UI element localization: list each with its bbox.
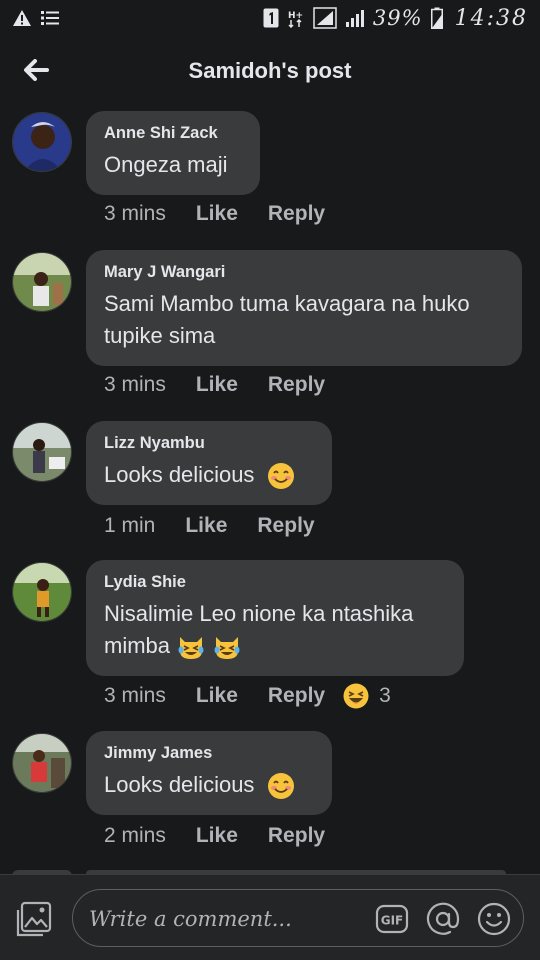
like-button[interactable]: Like xyxy=(185,514,227,538)
clock: 14:38 xyxy=(454,5,528,31)
emoji-icon xyxy=(477,902,511,936)
comment-time: 3 mins xyxy=(104,373,166,396)
like-button[interactable]: Like xyxy=(196,684,238,708)
crying-laughing-cat-emoji xyxy=(214,637,240,660)
smiling-face-emoji xyxy=(267,773,294,800)
comment-bubble[interactable]: Lizz Nyambu Looks delicious xyxy=(86,421,332,505)
comment-bubble[interactable]: Jimmy James Looks delicious xyxy=(86,731,332,815)
battery-icon xyxy=(430,7,443,29)
comment-text-row: Looks delicious xyxy=(104,769,312,801)
comment-bubble[interactable]: Anne Shi Zack Ongeza maji xyxy=(86,111,260,195)
crying-laughing-cat-emoji xyxy=(178,637,204,660)
reply-button[interactable]: Reply xyxy=(268,202,325,226)
reaction-summary[interactable]: 3 xyxy=(343,683,391,709)
comment-time: 3 mins xyxy=(104,202,166,225)
haha-reaction-icon xyxy=(343,683,369,709)
avatar[interactable] xyxy=(12,562,72,622)
comment-author[interactable]: Lydia Shie xyxy=(104,573,444,592)
avatar-image xyxy=(13,423,71,481)
warning-icon xyxy=(13,10,31,26)
gif-label: GIF xyxy=(381,914,404,928)
comment-text: Sami Mambo tuma kavagara na huko tupike … xyxy=(104,291,470,348)
like-button[interactable]: Like xyxy=(196,202,238,226)
comment-text-row: Nisalimie Leo nione ka ntashika mimba xyxy=(104,598,444,662)
comment-text-row: Looks delicious xyxy=(104,459,312,491)
like-button[interactable]: Like xyxy=(196,373,238,397)
avatar-image xyxy=(13,113,71,171)
smiling-face-emoji xyxy=(267,463,294,490)
avatar-image xyxy=(13,734,71,792)
avatar-image xyxy=(13,563,71,621)
avatar[interactable] xyxy=(12,252,72,312)
comment-composer: GIF xyxy=(0,874,540,960)
battery-percent: 39% xyxy=(372,6,423,30)
avatar[interactable] xyxy=(12,112,72,172)
comment-time: 3 mins xyxy=(104,684,166,707)
comment-author[interactable]: Lizz Nyambu xyxy=(104,434,312,453)
reply-button[interactable]: Reply xyxy=(268,824,325,848)
comment-text: Ongeza maji xyxy=(104,152,228,177)
comment-time: 1 min xyxy=(104,514,156,537)
comment-actions: 3 mins Like Reply xyxy=(104,373,325,397)
comment-actions: 2 mins Like Reply xyxy=(104,824,325,848)
signal-icon xyxy=(345,10,364,27)
reply-button[interactable]: Reply xyxy=(268,684,325,708)
signal-boxed-icon xyxy=(313,7,337,29)
photo-icon[interactable] xyxy=(16,901,52,937)
reply-button[interactable]: Reply xyxy=(257,514,314,538)
comment-text: Looks delicious xyxy=(104,772,255,797)
comment-actions: 1 min Like Reply xyxy=(104,514,315,538)
emoji-button[interactable] xyxy=(477,902,511,936)
notification-1-icon xyxy=(263,8,279,28)
avatar[interactable] xyxy=(12,733,72,793)
comment-bubble[interactable]: Lydia Shie Nisalimie Leo nione ka ntashi… xyxy=(86,560,464,676)
comment-author[interactable]: Jimmy James xyxy=(104,744,312,763)
comment-author[interactable]: Anne Shi Zack xyxy=(104,124,240,143)
status-bar-left xyxy=(12,9,60,27)
page-title: Samidoh's post xyxy=(188,58,352,83)
comment-text: Looks delicious xyxy=(104,462,255,487)
comment-input[interactable] xyxy=(87,902,371,936)
comment-author[interactable]: Mary J Wangari xyxy=(104,263,502,282)
svg-text:H+: H+ xyxy=(288,11,303,21)
comment-input-field[interactable]: GIF xyxy=(72,889,524,947)
avatar[interactable] xyxy=(12,422,72,482)
comment-time: 2 mins xyxy=(104,824,166,847)
reaction-count: 3 xyxy=(379,684,391,707)
comment-actions: 3 mins Like Reply xyxy=(104,202,325,226)
comment-bubble[interactable]: Mary J Wangari Sami Mambo tuma kavagara … xyxy=(86,250,522,366)
gif-icon: GIF xyxy=(375,904,409,934)
comment-text: Nisalimie Leo nione ka ntashika mimba xyxy=(104,601,414,658)
status-bar-right: H+ 39% 14:38 xyxy=(263,6,528,31)
like-button[interactable]: Like xyxy=(196,824,238,848)
app-bar: Samidoh's post xyxy=(0,36,540,106)
status-bar: H+ 39% 14:38 xyxy=(0,0,540,36)
list-icon xyxy=(41,11,59,25)
avatar-image xyxy=(13,253,71,311)
gif-button[interactable]: GIF xyxy=(375,902,409,936)
reply-button[interactable]: Reply xyxy=(268,373,325,397)
mention-icon xyxy=(426,902,460,935)
comment-actions: 3 mins Like Reply 3 xyxy=(104,683,391,709)
hplus-icon: H+ xyxy=(288,11,303,28)
mention-button[interactable] xyxy=(426,902,460,936)
